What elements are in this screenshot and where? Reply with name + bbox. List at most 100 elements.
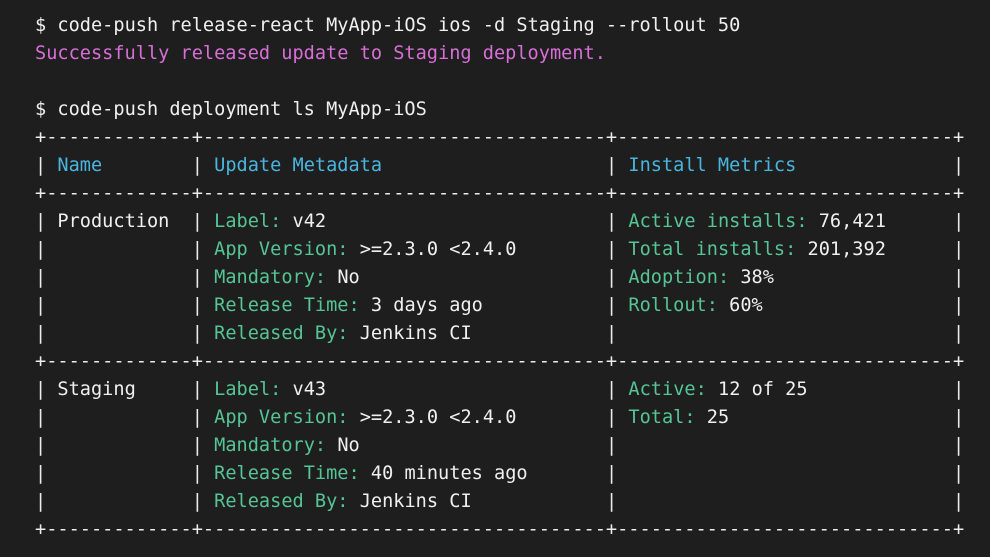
command-text: code-push release-react MyApp-iOS ios -d… xyxy=(57,15,741,36)
column-separator: | xyxy=(605,267,618,288)
column-separator: | xyxy=(191,463,203,484)
metadata-key: Release Time: xyxy=(214,295,360,316)
column-separator: | xyxy=(605,295,618,316)
metadata-key: Mandatory: xyxy=(214,435,327,456)
metadata-value: >=2.3.0 <2.4.0 xyxy=(359,407,517,428)
deployment-name: Staging xyxy=(57,379,136,400)
column-separator: | xyxy=(953,295,965,316)
metric-value: 38% xyxy=(740,267,774,288)
column-separator: | xyxy=(35,155,47,176)
column-separator: | xyxy=(35,267,47,288)
header-name: Name xyxy=(57,155,103,176)
table-border-text: +-------------+-------------------------… xyxy=(35,127,965,148)
success-message: Successfully released update to Staging … xyxy=(35,43,606,64)
column-separator: | xyxy=(191,295,203,316)
table-row: | | Release Time: 3 days ago | Rollout: … xyxy=(35,292,990,320)
column-separator: | xyxy=(35,407,47,428)
table-header-row: | Name | Update Metadata | Install Metri… xyxy=(35,152,990,180)
metadata-key: App Version: xyxy=(214,407,349,428)
table-border: +-------------+-------------------------… xyxy=(35,516,990,544)
column-separator: | xyxy=(953,323,965,344)
table-border-text: +-------------+-------------------------… xyxy=(35,519,965,540)
metric-key: Active: xyxy=(628,379,707,400)
metadata-key: Label: xyxy=(214,211,282,232)
metric-value: 201,392 xyxy=(807,239,886,260)
metadata-key: Label: xyxy=(214,379,282,400)
column-separator: | xyxy=(606,379,618,400)
column-separator: | xyxy=(191,211,203,232)
command-text: code-push deployment ls MyApp-iOS xyxy=(57,99,427,120)
metadata-value: 40 minutes ago xyxy=(370,463,528,484)
metadata-key: Release Time: xyxy=(214,463,360,484)
column-separator: | xyxy=(606,463,618,484)
column-separator: | xyxy=(35,239,47,260)
command-line: $ code-push release-react MyApp-iOS ios … xyxy=(35,12,990,40)
command-output: Successfully released update to Staging … xyxy=(35,40,990,68)
table-row: | | App Version: >=2.3.0 <2.4.0 | Total … xyxy=(35,236,990,264)
metadata-value: v43 xyxy=(292,379,327,400)
column-separator: | xyxy=(191,323,203,344)
column-separator: | xyxy=(953,239,965,260)
column-separator: | xyxy=(605,435,618,456)
prompt-symbol: $ xyxy=(35,99,47,120)
column-separator: | xyxy=(953,435,965,456)
column-separator: | xyxy=(953,463,965,484)
column-separator: | xyxy=(606,239,618,260)
column-separator: | xyxy=(606,407,618,428)
table-row: | Staging | Label: v43 | Active: 12 of 2… xyxy=(35,376,990,404)
table-border: +-------------+-------------------------… xyxy=(35,180,990,208)
metadata-value: Jenkins CI xyxy=(359,491,472,512)
table-row: | | Mandatory: No | Adoption: 38% | xyxy=(35,264,990,292)
terminal-window: $ code-push release-react MyApp-iOS ios … xyxy=(0,0,990,557)
table-row: | | Released By: Jenkins CI | | xyxy=(35,488,990,516)
column-separator: | xyxy=(953,267,965,288)
column-separator: | xyxy=(35,491,47,512)
column-separator: | xyxy=(35,211,47,232)
column-separator: | xyxy=(191,491,203,512)
header-update-metadata: Update Metadata xyxy=(214,155,383,176)
table-row: | | Released By: Jenkins CI | | xyxy=(35,320,990,348)
column-separator: | xyxy=(606,323,618,344)
metadata-value: 3 days ago xyxy=(370,295,483,316)
metadata-value: Jenkins CI xyxy=(359,323,472,344)
table-border: +-------------+-------------------------… xyxy=(35,124,990,152)
metric-key: Rollout: xyxy=(628,295,718,316)
column-separator: | xyxy=(191,267,203,288)
metadata-key: Released By: xyxy=(214,491,349,512)
metric-value: 25 xyxy=(706,407,730,428)
column-separator: | xyxy=(191,407,203,428)
command-line: $ code-push deployment ls MyApp-iOS xyxy=(35,96,990,124)
header-install-metrics: Install Metrics xyxy=(628,155,797,176)
table-row: | | App Version: >=2.3.0 <2.4.0 | Total:… xyxy=(35,404,990,432)
metric-key: Active installs: xyxy=(628,211,808,232)
column-separator: | xyxy=(35,379,47,400)
metadata-value: >=2.3.0 <2.4.0 xyxy=(359,239,517,260)
column-separator: | xyxy=(35,435,47,456)
metadata-key: App Version: xyxy=(214,239,349,260)
column-separator: | xyxy=(35,463,47,484)
table-row: | | Release Time: 40 minutes ago | | xyxy=(35,460,990,488)
deployment-name: Production xyxy=(57,211,170,232)
prompt-symbol: $ xyxy=(35,15,47,36)
column-separator: | xyxy=(191,155,203,176)
column-separator: | xyxy=(191,379,203,400)
column-separator: | xyxy=(191,239,203,260)
column-separator: | xyxy=(35,295,47,316)
metric-key: Adoption: xyxy=(628,267,730,288)
metadata-key: Mandatory: xyxy=(214,267,327,288)
metric-value: 12 of 25 xyxy=(718,379,808,400)
